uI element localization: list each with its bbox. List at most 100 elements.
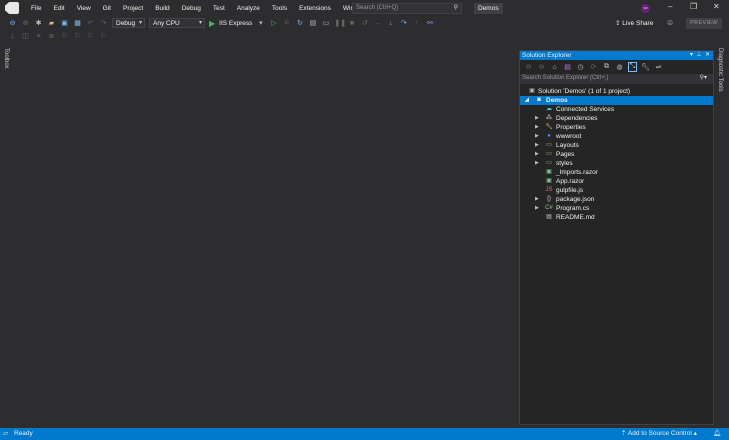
collapsed-arrow-icon[interactable]: ▶ [535,204,539,213]
start-icon[interactable]: ▶ [209,19,215,28]
sync-icon[interactable]: ⟳ [589,63,598,71]
solution-explorer-search-input[interactable]: Search Solution Explorer (Ctrl+;) ⚲▾ [520,74,713,84]
restart-icon[interactable]: ↺ [360,19,369,27]
source-control-button[interactable]: ⇡ Add to Source Control ▴ [621,428,697,440]
dropdown-icon[interactable]: ▾ [690,52,693,58]
parameter-info-icon[interactable]: ◫ [21,32,30,40]
undo-icon[interactable]: ↶ [86,19,95,27]
preview-badge[interactable]: PREVIEW [686,18,722,29]
dependencies-icon: ⁂ [546,115,552,121]
expanded-arrow-icon[interactable]: ◢ [525,96,529,105]
tree-item[interactable]: ▣ App.razor [520,177,713,186]
run-target-button[interactable]: IIS Express [219,20,252,27]
live-share-button[interactable]: ⇪ Live Share [615,19,653,27]
diagnostics-icon[interactable]: ⚯ [425,19,434,27]
bookmark-icon[interactable]: ⚐ [60,32,69,40]
minimize-button[interactable]: – [668,2,672,11]
configuration-dropdown[interactable]: Debug [112,18,145,28]
menu-view[interactable]: View [71,5,97,12]
menu-edit[interactable]: Edit [47,5,70,12]
tree-item[interactable]: ▶ ▭ styles [520,159,713,168]
collapsed-arrow-icon[interactable]: ▶ [535,141,539,150]
clear-bookmarks-icon[interactable]: ⚐ [99,32,108,40]
collapsed-arrow-icon[interactable]: ▶ [535,123,539,132]
tree-item[interactable]: ▶ ▭ Pages [520,150,713,159]
comment-icon[interactable]: ≡ [34,33,43,40]
collapse-all-icon[interactable]: ⧉ [602,63,611,71]
feedback-icon[interactable]: ☺ [666,18,674,27]
collapsed-arrow-icon[interactable]: ▶ [535,150,539,159]
solution-node[interactable]: ▣ Solution 'Demos' (1 of 1 project) [520,87,713,96]
start-without-debugging-icon[interactable]: ▷ [269,19,278,27]
tree-item[interactable]: ▤ README.md [520,213,713,222]
collapsed-arrow-icon[interactable]: ▶ [535,159,539,168]
tree-item[interactable]: ▶ ● wwwroot [520,132,713,141]
browser-icon[interactable]: ▤ [308,19,317,27]
status-bar: ▱ Ready ⇡ Add to Source Control ▴ 🔔︎ [0,428,729,440]
new-project-icon[interactable]: ✱ [34,19,43,27]
pending-changes-icon[interactable]: ◷ [576,63,585,71]
platform-dropdown[interactable]: Any CPU [149,18,205,28]
solution-label: Solution 'Demos' (1 of 1 project) [538,88,631,95]
menu-build[interactable]: Build [149,5,175,12]
menu-project[interactable]: Project [117,5,149,12]
restore-button[interactable]: ❐ [690,2,697,11]
tree-item[interactable]: ▶ ⁂ Dependencies [520,114,713,123]
menu-bar: File Edit View Git Project Build Debug Test Anal… [0,0,729,16]
menu-git[interactable]: Git [97,5,117,12]
properties-icon[interactable]: 🔧︎ [641,63,650,71]
tree-item[interactable]: JS gulpfile.js [520,186,713,195]
next-bookmark-icon[interactable]: ⚐ [86,32,95,40]
save-icon[interactable]: ▣ [60,19,69,27]
menu-file[interactable]: File [25,5,47,12]
project-node[interactable]: ◢ ◙ Demos [520,96,713,105]
uncomment-icon[interactable]: ≣ [47,32,56,40]
stop-icon[interactable]: ■ [347,20,356,27]
menu-debug[interactable]: Debug [176,5,207,12]
back-icon[interactable]: ⊖ [8,19,17,27]
preview-selected-icon[interactable]: ⇌ [654,63,663,71]
menu-analyze[interactable]: Analyze [231,5,266,12]
pause-icon[interactable]: ❚❚ [334,19,346,27]
collapsed-arrow-icon[interactable]: ▶ [535,114,539,123]
switch-views-icon[interactable]: ▤ [563,63,572,71]
notifications-icon[interactable]: 🔔︎ [713,428,721,440]
tree-item-label: package.json [556,196,595,203]
close-panel-icon[interactable]: ✕ [705,52,710,58]
close-button[interactable]: ✕ [713,2,720,11]
menu-tools[interactable]: Tools [266,5,293,12]
step-over-icon[interactable]: ↷ [399,19,408,27]
pin-icon[interactable]: ⊥ [696,52,701,58]
diagnostic-tools-tab[interactable]: Diagnostic Tools [714,44,729,428]
forward-icon[interactable]: ⊖ [537,63,546,71]
redo-icon[interactable]: ↷ [99,19,108,27]
avatar[interactable]: VR [641,4,650,13]
toolbox-tab[interactable]: Toolbox [0,44,14,428]
step-into-icon[interactable]: ↓ [386,20,395,27]
tree-item[interactable]: ▶ C# Program.cs [520,204,713,213]
menu-test[interactable]: Test [207,5,231,12]
open-icon[interactable]: ▰ [47,19,56,27]
quick-info-icon[interactable]: ⊥ [8,32,17,40]
layout-icon[interactable]: ▭ [321,19,330,27]
hot-reload-icon[interactable]: 🔥︎ [282,19,291,27]
home-icon[interactable]: ⌂ [550,64,559,71]
collapsed-arrow-icon[interactable]: ▶ [535,195,539,204]
show-next-statement-icon[interactable]: → [373,20,382,27]
prev-bookmark-icon[interactable]: ⚐ [73,32,82,40]
menu-extensions[interactable]: Extensions [293,5,337,12]
step-out-icon[interactable]: ↑ [412,20,421,27]
tree-item[interactable]: ▶ {} package.json [520,195,713,204]
search-input[interactable]: Search (Ctrl+Q) ⚲ [352,3,462,14]
collapsed-arrow-icon[interactable]: ▶ [535,132,539,141]
show-all-files-icon[interactable]: ◍ [615,63,624,71]
forward-icon[interactable]: ⊕ [21,19,30,27]
save-all-icon[interactable]: ▦ [73,19,82,27]
tree-item[interactable]: ▶ ▭ Layouts [520,141,713,150]
refresh-icon[interactable]: ↻ [295,19,304,27]
sync-active-document-icon[interactable]: ⤡ [628,62,637,72]
tree-item[interactable]: ▣ _Imports.razor [520,168,713,177]
back-icon[interactable]: ⊖ [524,63,533,71]
tree-item[interactable]: ☁ Connected Services [520,105,713,114]
tree-item[interactable]: ▶ 🔧︎ Properties [520,123,713,132]
